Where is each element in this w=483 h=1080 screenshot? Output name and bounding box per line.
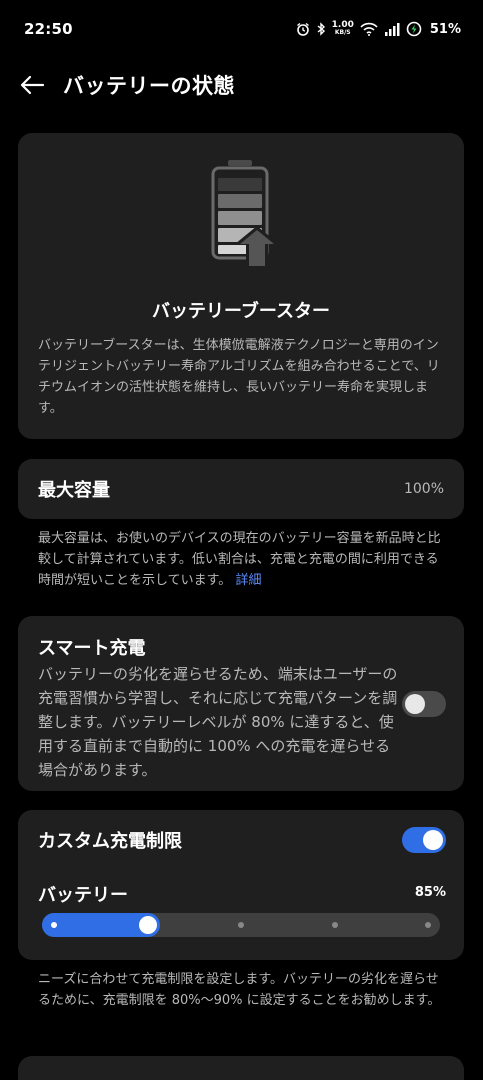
battery-status-screen: 22:50 1.00 KB/S 51% バッテリーの状態 バッテリーブースター … — [0, 0, 483, 1080]
booster-description: バッテリーブースターは、生体模倣電解液テクノロジーと専用のインテリジェントバッテ… — [38, 338, 440, 416]
slider-thumb[interactable] — [138, 916, 157, 934]
bluetooth-icon — [316, 22, 326, 36]
toggle-knob — [423, 830, 443, 850]
details-link[interactable]: 詳細 — [235, 573, 261, 588]
custom-charge-limit-toggle[interactable] — [402, 827, 446, 853]
custom-charge-limit-note: ニーズに合わせて充電制限を設定します。バッテリーの劣化を遅らせるために、充電制限… — [38, 972, 441, 1008]
status-bar: 22:50 1.00 KB/S 51% — [0, 0, 483, 58]
wifi-icon — [360, 22, 378, 36]
network-speed-unit: KB/S — [334, 29, 351, 36]
toggle-knob — [405, 694, 425, 714]
arrow-left-icon — [20, 75, 45, 95]
charge-limit-slider[interactable] — [42, 913, 440, 937]
slider-step-dot — [331, 922, 338, 928]
status-icons: 1.00 KB/S 51% — [296, 21, 461, 37]
booster-title: バッテリーブースター — [151, 301, 331, 322]
smart-charging-description: バッテリーの劣化を遅らせるため、端末はユーザーの充電習慣から学習し、それに応じて… — [38, 665, 398, 779]
max-capacity-label: 最大容量 — [38, 480, 110, 501]
max-capacity-row: 最大容量 100% — [18, 459, 464, 519]
battery-percent: 51% — [429, 21, 461, 37]
max-capacity-value: 100% — [403, 481, 444, 497]
battery-booster-icon — [211, 160, 279, 269]
slider-step-dot — [51, 922, 57, 928]
battery-limit-value: 85% — [414, 885, 446, 900]
page-title: バッテリーの状態 — [63, 74, 235, 98]
smart-charging-title: スマート充電 — [38, 638, 146, 659]
network-speed: 1.00 KB/S — [332, 21, 354, 37]
battery-charging-icon — [406, 21, 422, 37]
app-bar: バッテリーの状態 — [0, 58, 483, 112]
slider-step-dot — [425, 922, 431, 928]
alarm-icon — [296, 22, 310, 36]
status-time: 22:50 — [24, 20, 73, 38]
cellular-signal-icon — [384, 22, 400, 36]
smart-charging-toggle[interactable] — [402, 691, 446, 717]
smart-charging-card[interactable]: スマート充電 バッテリーの劣化を遅らせるため、端末はユーザーの充電習慣から学習し… — [18, 616, 464, 791]
slider-step-dot — [238, 922, 244, 928]
next-settings-card[interactable] — [18, 1056, 464, 1080]
battery-limit-label: バッテリー — [38, 885, 128, 906]
battery-booster-card: バッテリーブースター バッテリーブースターは、生体模倣電解液テクノロジーと専用の… — [18, 133, 464, 439]
custom-charge-limit-title: カスタム充電制限 — [38, 831, 182, 852]
custom-charge-limit-card: カスタム充電制限 バッテリー 85% — [18, 810, 464, 960]
network-speed-value: 1.00 — [331, 20, 354, 30]
max-capacity-note: 最大容量は、お使いのデバイスの現在のバッテリー容量を新品時と比較して計算されてい… — [38, 528, 448, 591]
back-button[interactable] — [14, 67, 50, 103]
